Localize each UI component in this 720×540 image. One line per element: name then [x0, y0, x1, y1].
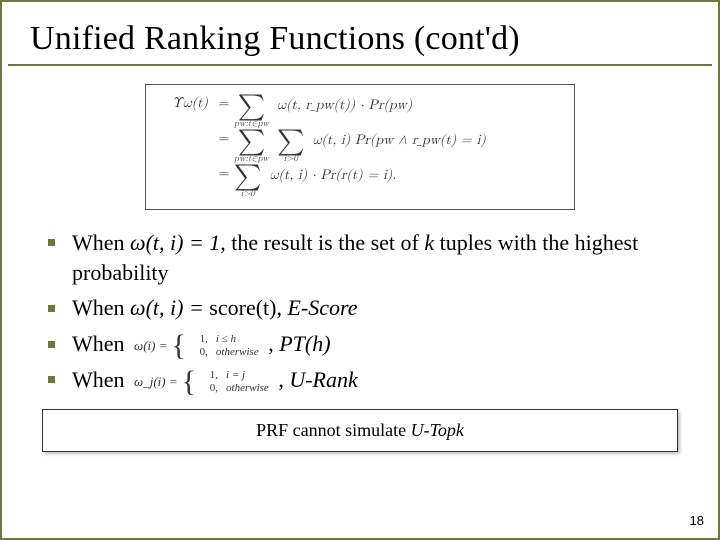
left-brace-icon: {	[182, 369, 196, 395]
eqn-rhs-3: ∑ i>0 ω(t, i) · Pr(r(t) = i).	[234, 166, 564, 198]
bullet-3: When ω(i) = { 1, i ≤ h 0, otherwise , PT(h…	[48, 329, 678, 359]
b3-c2-v: 0,	[188, 346, 208, 359]
b3-label: PT(h)	[279, 331, 330, 356]
sigma-2b: ∑ i>0	[277, 131, 304, 163]
equation-row-2: = ∑ pw:t∈pw ∑ i>0 ω(t, i) Pr(pw ∧ r_pw(t…	[156, 131, 564, 163]
b3-piece-rows: 1, i ≤ h 0, otherwise	[188, 333, 259, 358]
callout-pre: PRF cannot simulate	[256, 420, 411, 440]
b1-k: k	[424, 230, 434, 255]
eqn-rhs-3-text: ω(t, i) · Pr(r(t) = i).	[269, 166, 396, 182]
b2-pre: When	[72, 295, 130, 320]
b3-piece-lhs: ω(i) =	[134, 337, 171, 355]
equation-row-3: = ∑ i>0 ω(t, i) · Pr(r(t) = i).	[156, 166, 564, 198]
b2-score: score(t)	[209, 295, 276, 320]
b1-mid: , the result is the set of	[220, 230, 424, 255]
b4-c1-c: i = j	[226, 369, 245, 382]
b2-expr: ω(t, i) =	[130, 295, 209, 320]
equation-row-1: Υω(t) = ∑ pw:t∈pw ω(t, r_pw(t)) · Pr(pw)	[156, 96, 564, 128]
eqn-rhs-2-text: ω(t, i) Pr(pw ∧ r_pw(t) = i)	[312, 131, 485, 147]
b3-c1-c: i ≤ h	[216, 333, 236, 346]
eqn-rhs-1: ∑ pw:t∈pw ω(t, r_pw(t)) · Pr(pw)	[234, 96, 564, 128]
sigma-sub-1: pw:t∈pw	[234, 119, 269, 128]
equation-box: Υω(t) = ∑ pw:t∈pw ω(t, r_pw(t)) · Pr(pw)…	[145, 84, 575, 210]
b4-sep: ,	[278, 367, 289, 392]
eqn-lhs: Υω(t)	[156, 96, 214, 110]
bullet-2: When ω(t, i) = score(t), E-Score	[48, 293, 678, 323]
b4-piece-lhs: ω_j(i) =	[134, 373, 182, 391]
bullet-list: When ω(t, i) = 1, the result is the set …	[2, 228, 718, 395]
eqn-rhs-2: ∑ pw:t∈pw ∑ i>0 ω(t, i) Pr(pw ∧ r_pw(t) …	[234, 131, 564, 163]
callout-box: PRF cannot simulate U-Topk	[42, 409, 678, 452]
b3-c1-v: 1,	[188, 333, 208, 346]
eqn-equals: =	[214, 96, 234, 110]
b2-sep: ,	[276, 295, 287, 320]
b1-expr: ω(t, i) = 1	[130, 230, 220, 255]
page-number: 18	[690, 513, 704, 528]
b4-pre: When	[72, 367, 130, 392]
b4-c2-v: 0,	[198, 382, 218, 395]
b4-c1-v: 1,	[198, 369, 218, 382]
sigma-sub-3: i>0	[241, 189, 255, 198]
sigma-3: ∑ i>0	[234, 166, 261, 198]
bullet-4: When ω_j(i) = { 1, i = j 0, otherwise , U-…	[48, 365, 678, 395]
eqn-equals-3: =	[214, 166, 234, 180]
b4-piece-rows: 1, i = j 0, otherwise	[198, 369, 269, 394]
sigma-sub-2a: pw:t∈pw	[234, 154, 269, 163]
sigma-sub-2b: i>0	[284, 154, 298, 163]
b3-sep: ,	[268, 331, 279, 356]
bullet-1: When ω(t, i) = 1, the result is the set …	[48, 228, 678, 287]
b4-label: U-Rank	[289, 367, 357, 392]
b3-piecewise: ω(i) = { 1, i ≤ h 0, otherwise	[134, 333, 259, 359]
b3-pre: When	[72, 331, 130, 356]
b2-label: E-Score	[287, 295, 357, 320]
sigma-1: ∑ pw:t∈pw	[234, 96, 269, 128]
left-brace-icon: {	[172, 333, 186, 359]
title-bar: Unified Ranking Functions (cont'd)	[8, 2, 712, 66]
page-title: Unified Ranking Functions (cont'd)	[30, 20, 690, 58]
b4-piecewise: ω_j(i) = { 1, i = j 0, otherwise	[134, 369, 269, 395]
eqn-rhs-1-text: ω(t, r_pw(t)) · Pr(pw)	[277, 96, 412, 112]
eqn-equals-2: =	[214, 131, 234, 145]
b1-pre: When	[72, 230, 130, 255]
slide-frame: Unified Ranking Functions (cont'd) Υω(t)…	[0, 0, 720, 540]
b4-c2-c: otherwise	[226, 382, 269, 395]
sigma-2a: ∑ pw:t∈pw	[234, 131, 269, 163]
b3-c2-c: otherwise	[216, 346, 259, 359]
callout-em: U-Topk	[411, 420, 464, 440]
